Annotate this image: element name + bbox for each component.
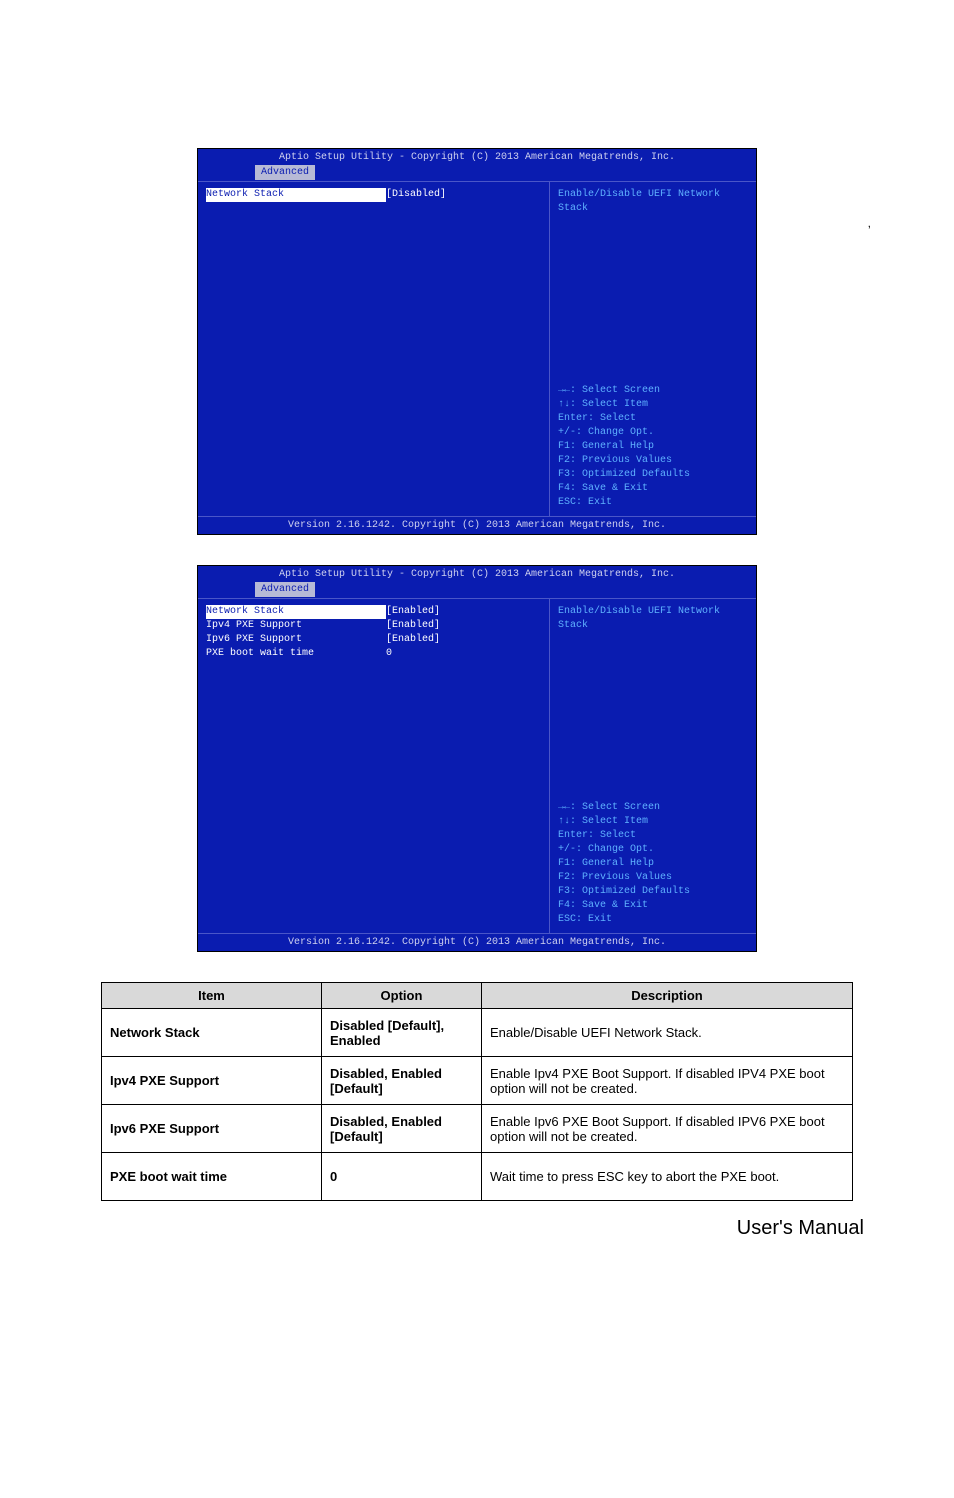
key-line: ↑↓: Select Item [558,398,748,412]
bios-body: Network Stack [Enabled] Ipv4 PXE Support… [198,598,756,934]
setting-row-ipv6-pxe[interactable]: Ipv6 PXE Support [Enabled] [206,633,541,647]
key-line: ESC: Exit [558,496,748,510]
cell-desc: Wait time to press ESC key to abort the … [482,1153,853,1201]
table-row: PXE boot wait time 0 Wait time to press … [102,1153,853,1201]
cell-item: Ipv4 PXE Support [102,1057,322,1105]
bios-tab-advanced[interactable]: Advanced [255,165,315,180]
bios-body: Network Stack [Disabled] Enable/Disable … [198,181,756,517]
key-line: F4: Save & Exit [558,482,748,496]
bios-left-pane: Network Stack [Enabled] Ipv4 PXE Support… [198,599,549,933]
page-footer: User's Manual [0,1201,954,1240]
key-line: Enter: Select [558,829,748,843]
key-line: F1: General Help [558,440,748,454]
key-line: +/-: Change Opt. [558,426,748,440]
key-line: +/-: Change Opt. [558,843,748,857]
setting-value: [Enabled] [386,605,440,619]
setting-label: PXE boot wait time [206,647,386,661]
cell-option: Disabled [Default], Enabled [322,1009,482,1057]
key-line: F2: Previous Values [558,454,748,468]
bios-right-pane: Enable/Disable UEFI Network Stack →←: Se… [549,182,756,516]
setting-value: 0 [386,647,392,661]
cell-option: Disabled, Enabled [Default] [322,1057,482,1105]
page-header-apostrophe: , [868,216,871,230]
key-line: F3: Optimized Defaults [558,885,748,899]
cell-desc: Enable Ipv6 PXE Boot Support. If disable… [482,1105,853,1153]
cell-item: Ipv6 PXE Support [102,1105,322,1153]
setting-label: Ipv6 PXE Support [206,633,386,647]
cell-item: PXE boot wait time [102,1153,322,1201]
th-item: Item [102,983,322,1009]
key-line: F3: Optimized Defaults [558,468,748,482]
key-line: F1: General Help [558,857,748,871]
table-row: Ipv6 PXE Support Disabled, Enabled [Defa… [102,1105,853,1153]
bios-right-pane: Enable/Disable UEFI Network Stack →←: Se… [549,599,756,933]
bios-footer: Version 2.16.1242. Copyright (C) 2013 Am… [198,934,756,951]
cell-desc: Enable/Disable UEFI Network Stack. [482,1009,853,1057]
setting-value: [Enabled] [386,633,440,647]
cell-item: Network Stack [102,1009,322,1057]
options-table: Item Option Description Network Stack Di… [101,982,853,1201]
cell-desc: Enable Ipv4 PXE Boot Support. If disable… [482,1057,853,1105]
th-description: Description [482,983,853,1009]
key-help: →←: Select Screen ↑↓: Select Item Enter:… [558,384,748,510]
bios-screenshot-1: Aptio Setup Utility - Copyright (C) 2013… [197,148,757,535]
setting-row-ipv4-pxe[interactable]: Ipv4 PXE Support [Enabled] [206,619,541,633]
bios-screenshot-2: Aptio Setup Utility - Copyright (C) 2013… [197,565,757,952]
setting-label: Network Stack [206,605,386,619]
key-line: →←: Select Screen [558,384,748,398]
cell-option: 0 [322,1153,482,1201]
th-option: Option [322,983,482,1009]
bios-tab-advanced[interactable]: Advanced [255,582,315,597]
setting-value: [Enabled] [386,619,440,633]
bios-footer: Version 2.16.1242. Copyright (C) 2013 Am… [198,517,756,534]
key-line: →←: Select Screen [558,801,748,815]
key-line: Enter: Select [558,412,748,426]
help-text: Enable/Disable UEFI Network Stack [558,188,748,216]
table-header-row: Item Option Description [102,983,853,1009]
cell-option: Disabled, Enabled [Default] [322,1105,482,1153]
setting-label: Ipv4 PXE Support [206,619,386,633]
key-line: ESC: Exit [558,913,748,927]
setting-row-network-stack[interactable]: Network Stack [Disabled] [206,188,541,202]
setting-row-network-stack[interactable]: Network Stack [Enabled] [206,605,541,619]
key-help: →←: Select Screen ↑↓: Select Item Enter:… [558,801,748,927]
table-row: Ipv4 PXE Support Disabled, Enabled [Defa… [102,1057,853,1105]
bios-left-pane: Network Stack [Disabled] [198,182,549,516]
table-row: Network Stack Disabled [Default], Enable… [102,1009,853,1057]
help-text: Enable/Disable UEFI Network Stack [558,605,748,633]
key-line: ↑↓: Select Item [558,815,748,829]
key-line: F2: Previous Values [558,871,748,885]
setting-label: Network Stack [206,188,386,202]
setting-value: [Disabled] [386,188,446,202]
setting-row-pxe-wait[interactable]: PXE boot wait time 0 [206,647,541,661]
key-line: F4: Save & Exit [558,899,748,913]
